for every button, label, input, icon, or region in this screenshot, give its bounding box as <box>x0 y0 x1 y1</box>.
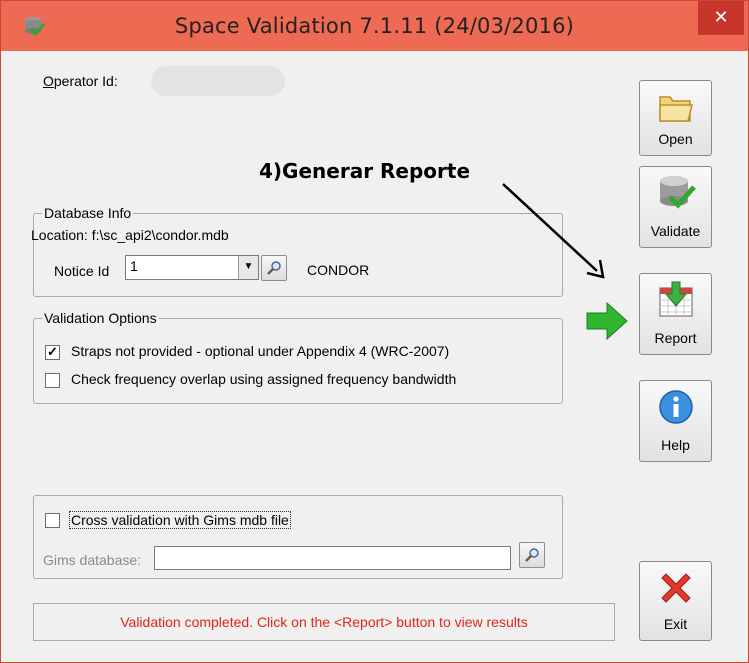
open-label: Open <box>658 131 693 147</box>
straps-label: Straps not provided - optional under App… <box>71 343 450 359</box>
folder-icon <box>659 96 693 122</box>
gims-search-button[interactable] <box>519 542 545 568</box>
notice-id-select[interactable]: 1 ▼ <box>125 255 259 280</box>
database-check-icon <box>660 176 696 209</box>
close-button[interactable]: ✕ <box>698 1 744 35</box>
info-icon <box>659 390 693 424</box>
database-info-legend: Database Info <box>44 205 132 221</box>
green-arrow-icon <box>586 301 628 341</box>
exit-button[interactable]: Exit <box>639 561 712 641</box>
exit-label: Exit <box>663 616 688 632</box>
annotation-text: 4)Generar Reporte <box>259 159 471 183</box>
validate-label: Validate <box>650 223 701 239</box>
validation-options-legend: Validation Options <box>44 310 157 326</box>
straps-checkbox[interactable]: ✓ <box>45 345 60 360</box>
overlap-label: Check frequency overlap using assigned f… <box>71 371 457 387</box>
notice-id-label: Notice Id <box>54 263 110 279</box>
database-location: Location: f:\sc_api2\condor.mdb <box>31 227 229 243</box>
database-info-group: Database Info <box>33 205 563 297</box>
help-button[interactable]: Help <box>639 380 712 462</box>
validate-button[interactable]: Validate <box>639 166 712 248</box>
operator-label-text: perator Id: <box>53 73 118 89</box>
report-label: Report <box>654 330 697 346</box>
notice-name: CONDOR <box>307 262 370 278</box>
gims-database-label: Gims database: <box>43 552 142 568</box>
client-area: Operator Id: 4)Generar Reporte Database … <box>9 51 740 661</box>
open-button[interactable]: Open <box>639 80 712 156</box>
help-label: Help <box>661 437 690 453</box>
app-window: Space Validation 7.1.11 (24/03/2016) ✕ O… <box>0 0 749 663</box>
dropdown-arrow-icon[interactable]: ▼ <box>238 256 258 279</box>
notice-id-value: 1 <box>130 258 138 274</box>
cross-validation-checkbox[interactable] <box>45 513 60 528</box>
operator-accel-key: O <box>43 73 54 89</box>
operator-id-label: Operator Id: <box>43 73 118 89</box>
magnifier-icon <box>267 261 281 275</box>
title-bar[interactable]: Space Validation 7.1.11 (24/03/2016) ✕ <box>1 1 748 51</box>
status-message: Validation completed. Click on the <Repo… <box>33 603 615 641</box>
window-title: Space Validation 7.1.11 (24/03/2016) <box>174 14 575 38</box>
operator-id-field[interactable] <box>151 66 285 96</box>
magnifier-icon <box>525 548 539 562</box>
gims-database-input[interactable] <box>154 546 511 570</box>
overlap-checkbox[interactable] <box>45 373 60 388</box>
notice-search-button[interactable] <box>261 255 287 281</box>
report-download-icon <box>659 281 693 317</box>
red-x-icon <box>661 573 691 603</box>
cross-validation-label: Cross validation with Gims mdb file <box>69 511 291 529</box>
report-button[interactable]: Report <box>639 273 712 355</box>
